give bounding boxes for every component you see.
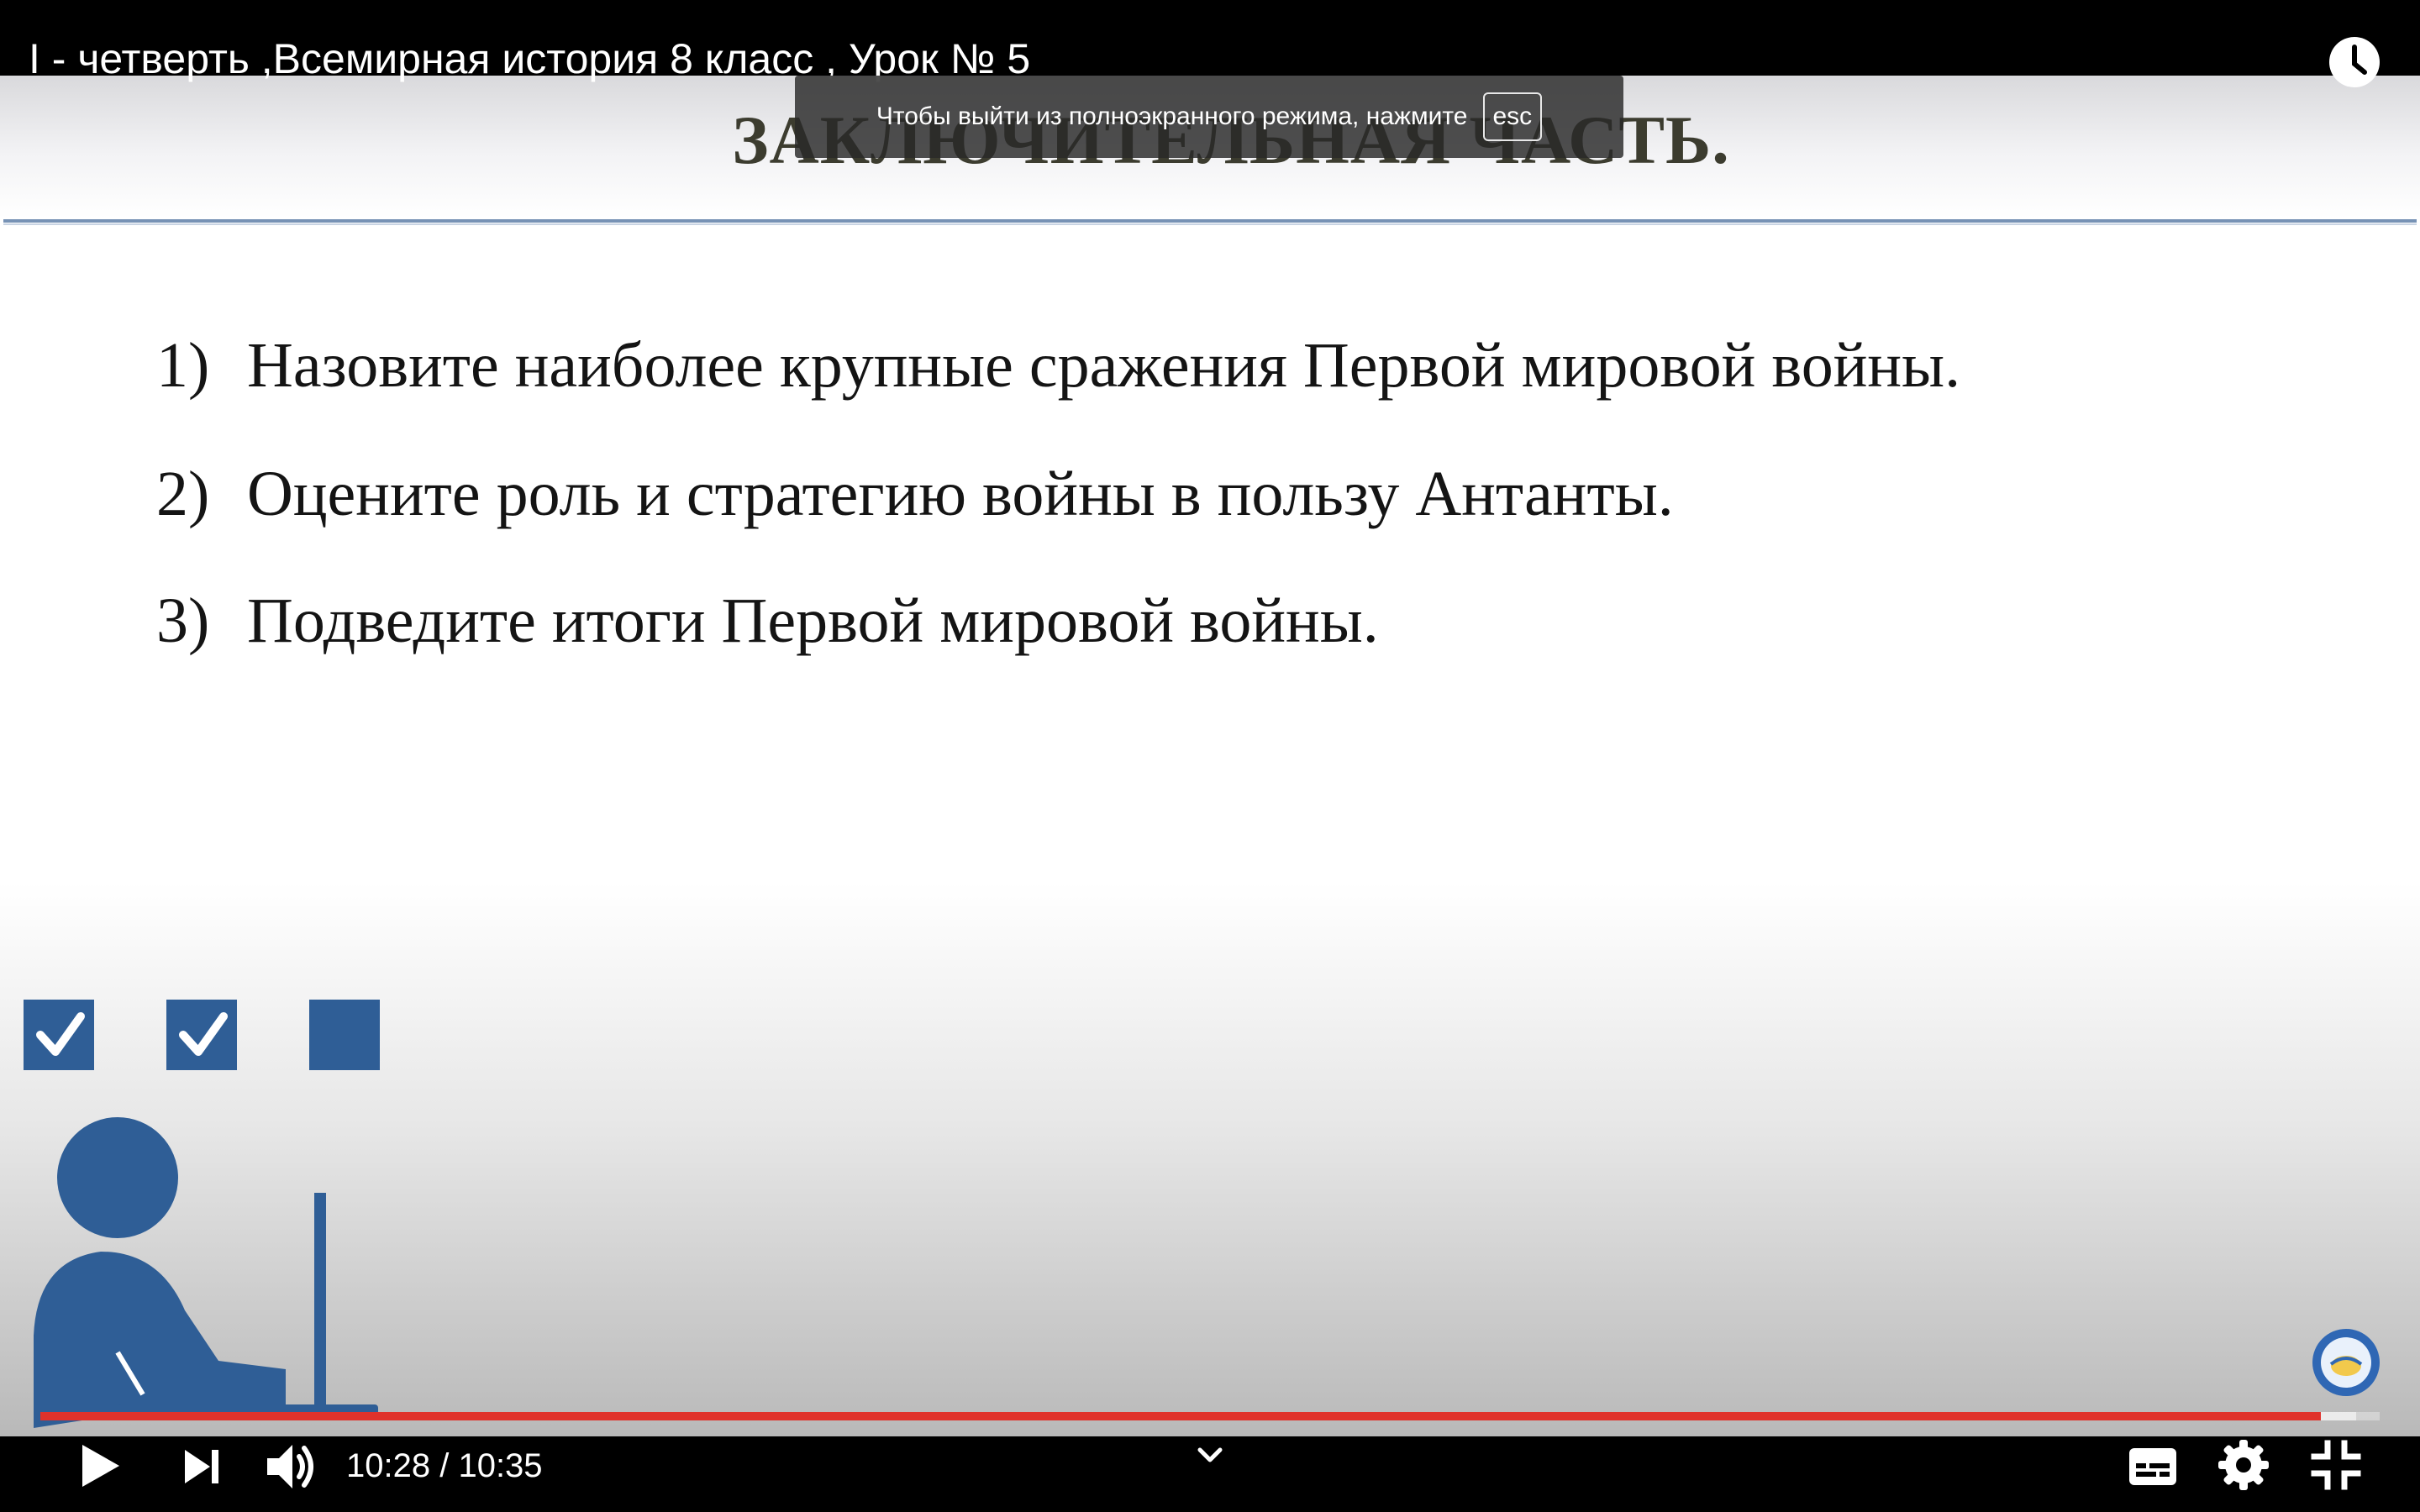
question-number: 3)	[156, 585, 210, 656]
question-text: Подведите итоги Первой мировой войны.	[247, 585, 1379, 656]
question-number: 2)	[156, 459, 210, 529]
progress-played	[40, 1412, 2322, 1420]
progress-bar[interactable]	[40, 1412, 2380, 1420]
checkbox-empty-icon	[309, 1000, 380, 1070]
student-laptop-illustration	[24, 1000, 380, 1428]
person-body-icon	[34, 1252, 286, 1428]
checkbox-checked-icon	[166, 1000, 237, 1070]
chevron-down-icon[interactable]	[1195, 1440, 1225, 1470]
next-icon[interactable]	[176, 1441, 227, 1492]
time-current: 10:28	[346, 1447, 431, 1484]
question-text: Оцените роль и стратегию войны в пользу …	[247, 459, 1674, 529]
subtitles-icon[interactable]	[2126, 1441, 2180, 1492]
toast-text: Чтобы выйти из полноэкранного режима, на…	[876, 102, 1468, 130]
video-frame[interactable]: ЗАКЛЮЧИТЕЛЬНАЯ ЧАСТЬ. 1)Назовите наиболе…	[0, 76, 2420, 1436]
toast-esc-key: esc	[1482, 92, 1543, 141]
fullscreen-exit-toast: Чтобы выйти из полноэкранного режима, на…	[795, 76, 1623, 158]
volume-icon[interactable]	[262, 1438, 319, 1495]
checkbox-checked-icon	[24, 1000, 94, 1070]
clock-icon[interactable]	[2328, 35, 2381, 89]
person-head-icon	[57, 1117, 178, 1238]
time-separator: /	[430, 1447, 459, 1484]
slide-divider	[3, 219, 2417, 223]
slide-divider-shadow	[3, 223, 2417, 225]
play-icon[interactable]	[71, 1438, 126, 1494]
slide-question-2: 2) Оцените роль и стратегию войны в польз…	[156, 458, 1674, 531]
time-display: 10:28 / 10:35	[346, 1443, 543, 1488]
slide-question-3: 3) Подведите итоги Первой мировой войны.	[156, 585, 1379, 658]
gear-icon[interactable]	[2217, 1438, 2270, 1492]
channel-logo-badge	[2312, 1329, 2380, 1396]
question-text: Назовите наиболее крупные сражения Перво…	[247, 330, 1961, 401]
time-total: 10:35	[458, 1447, 543, 1484]
question-number: 1)	[156, 330, 210, 401]
laptop-screen-icon	[314, 1193, 326, 1404]
exit-fullscreen-icon[interactable]	[2309, 1438, 2363, 1492]
slide-question-1: 1) Назовите наиболее крупные сражения Пер…	[156, 329, 1960, 402]
